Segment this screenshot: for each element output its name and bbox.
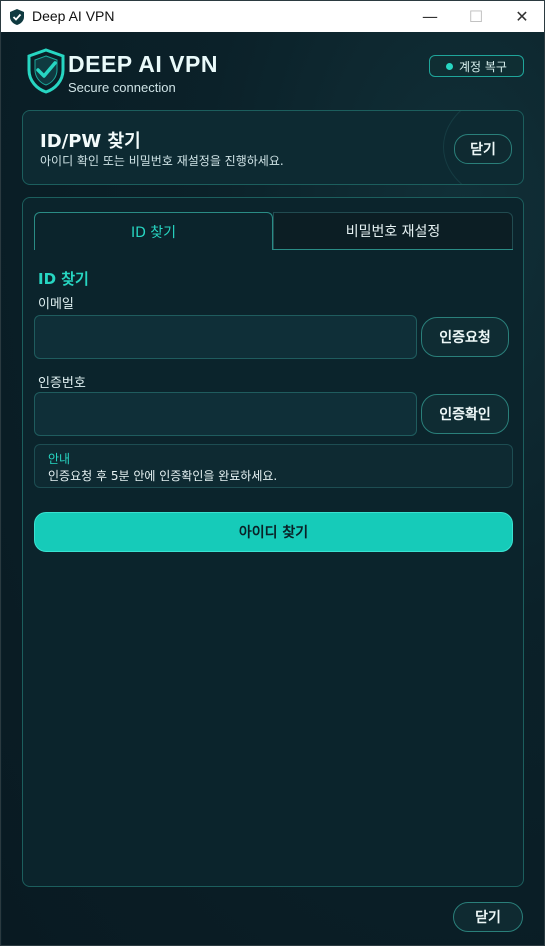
page-subtitle: 아이디 확인 또는 비밀번호 재설정을 진행하세요. [40,154,284,168]
request-code-button[interactable]: 인증요청 [421,317,509,357]
brand-name: DEEP AI VPN [68,51,218,77]
brand-tagline: Secure connection [68,80,176,95]
code-input[interactable] [35,393,416,435]
maximize-button[interactable]: ☐ [453,1,499,32]
verify-code-button[interactable]: 인증확인 [421,394,509,434]
notice-box: 안내 인증요청 후 5분 안에 인증확인을 완료하세요. [34,444,513,488]
main-content: DEEP AI VPN Secure connection 계정 복구 ID/P… [2,32,544,945]
tab-reset-password[interactable]: 비밀번호 재설정 [273,212,513,250]
footer-close-button[interactable]: 닫기 [453,902,523,932]
header-close-button[interactable]: 닫기 [454,134,512,164]
account-recovery-button[interactable]: 계정 복구 [429,55,524,77]
shield-check-icon [27,48,65,94]
header-card: ID/PW 찾기 아이디 확인 또는 비밀번호 재설정을 진행하세요. 닫기 [22,110,524,185]
app-shield-icon [10,9,24,25]
app-window: Deep AI VPN — ☐ ✕ DEEP AI VPN Secure con… [0,0,545,946]
email-input[interactable] [35,316,416,358]
notice-title: 안내 [48,452,71,466]
close-window-button[interactable]: ✕ [499,1,544,32]
notice-text: 인증요청 후 5분 안에 인증확인을 완료하세요. [48,469,278,483]
title-bar: Deep AI VPN — ☐ ✕ [1,1,544,32]
tab-divider [273,249,513,250]
window-title: Deep AI VPN [32,8,115,24]
find-id-submit-button[interactable]: 아이디 찾기 [34,512,513,552]
minimize-button[interactable]: — [407,1,453,32]
email-label: 이메일 [38,297,74,312]
account-recovery-label: 계정 복구 [459,59,507,74]
page-title: ID/PW 찾기 [40,131,141,152]
section-title: ID 찾기 [38,270,89,288]
code-label: 인증번호 [38,376,86,391]
find-id-panel: ID 찾기 비밀번호 재설정 ID 찾기 이메일 인증요청 인증번호 인증확인 … [22,197,524,887]
status-dot-icon [446,62,453,70]
code-field[interactable] [34,392,417,436]
tab-find-id[interactable]: ID 찾기 [34,212,273,250]
email-field[interactable] [34,315,417,359]
